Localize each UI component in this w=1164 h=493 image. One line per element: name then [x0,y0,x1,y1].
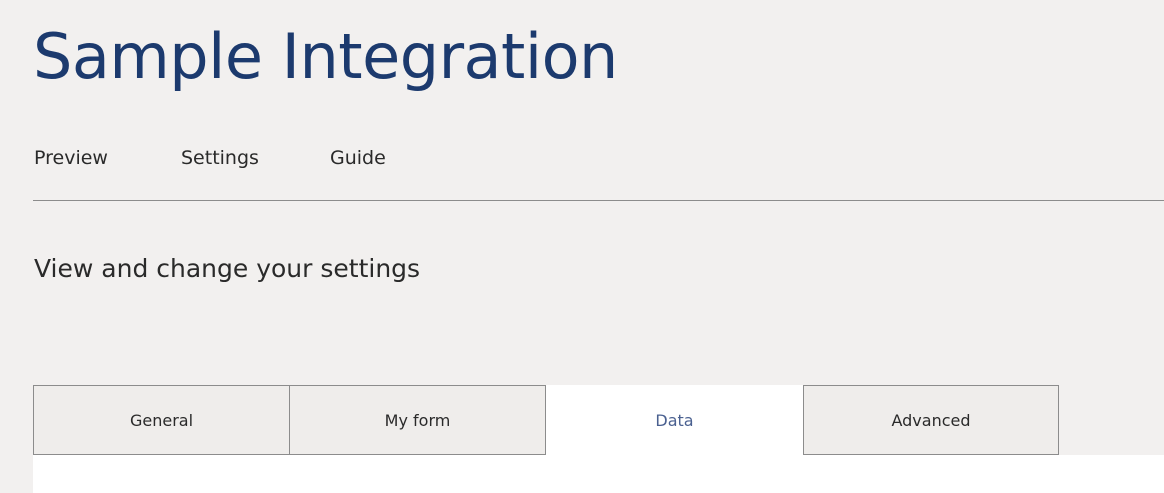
nav-divider [33,200,1164,201]
tab-data-label: Data [655,410,694,430]
page-subtitle: View and change your settings [34,254,421,283]
tab-general-label: General [129,410,194,430]
tab-general[interactable]: General [33,385,290,455]
page-title: Sample Integration [33,20,618,93]
tab-content-panel [33,455,1164,493]
settings-tabs: General My form Data Advanced [33,385,1164,455]
top-nav: Preview Settings Guide [0,138,1164,202]
tab-advanced-label: Advanced [891,410,971,430]
tab-my-form-label: My form [384,410,451,430]
nav-item-guide[interactable]: Guide [330,146,386,170]
tab-data[interactable]: Data [546,385,803,455]
nav-item-preview[interactable]: Preview [34,146,108,170]
tab-advanced[interactable]: Advanced [803,385,1059,455]
nav-item-settings[interactable]: Settings [181,146,259,170]
tab-my-form[interactable]: My form [289,385,546,455]
